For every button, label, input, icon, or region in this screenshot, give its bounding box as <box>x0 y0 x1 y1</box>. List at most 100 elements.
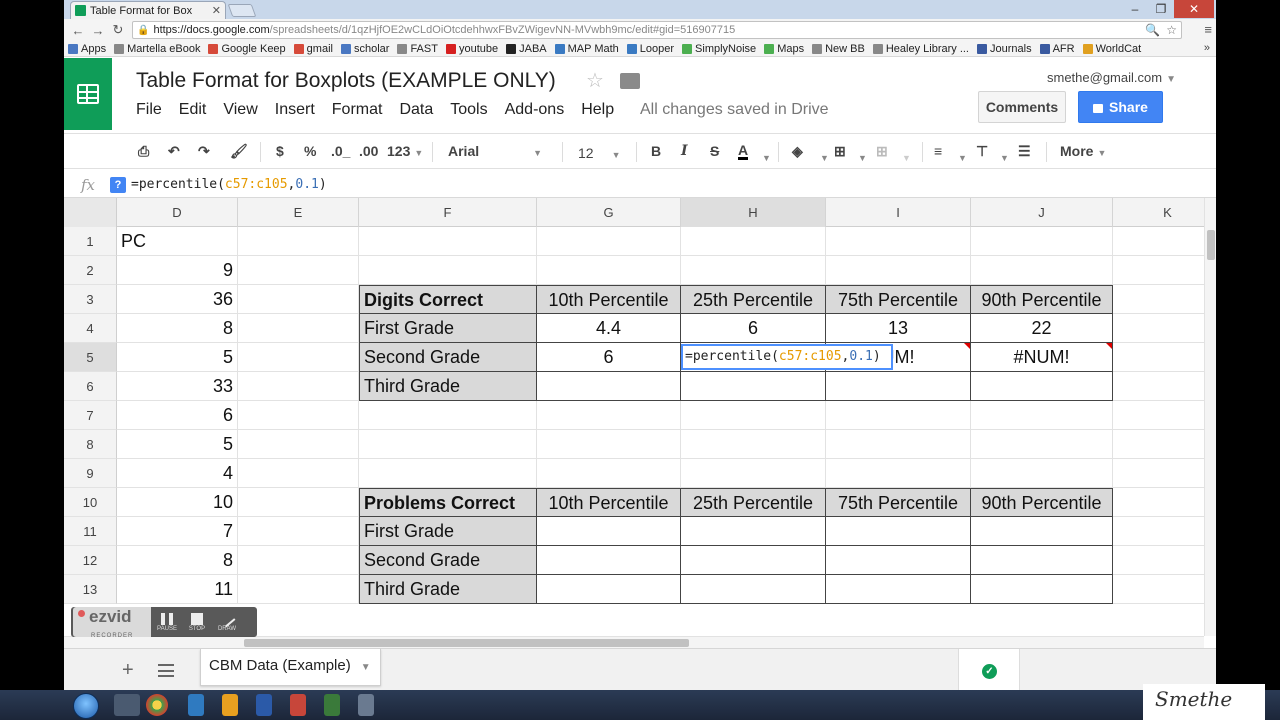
cell-k[interactable] <box>1113 488 1204 517</box>
bookmark-item[interactable]: MAP Math <box>554 43 619 55</box>
cell-d[interactable]: 9 <box>117 256 238 285</box>
chevron-down-icon[interactable]: ▼ <box>996 148 1009 164</box>
cell-e[interactable] <box>238 285 359 314</box>
row-header[interactable]: 2 <box>64 256 117 285</box>
taskbar-dropbox-icon[interactable] <box>188 694 204 716</box>
percent-format-button[interactable]: % <box>304 143 316 159</box>
column-header-g[interactable]: G <box>537 198 681 227</box>
cell-empty[interactable] <box>681 227 826 256</box>
cell-empty[interactable] <box>359 401 537 430</box>
cell-e[interactable] <box>238 372 359 401</box>
cell-d[interactable]: 4 <box>117 459 238 488</box>
taskbar-word-icon[interactable] <box>256 694 272 716</box>
bookmark-item[interactable]: youtube <box>445 43 498 55</box>
cell-d[interactable]: 5 <box>117 343 238 372</box>
cell-k[interactable] <box>1113 575 1204 604</box>
undo-icon[interactable]: ↶ <box>168 143 180 160</box>
cell-empty[interactable] <box>971 401 1113 430</box>
cell-empty[interactable] <box>826 227 971 256</box>
cell-e[interactable] <box>238 256 359 285</box>
table-cell[interactable] <box>681 517 826 546</box>
cell-empty[interactable] <box>971 256 1113 285</box>
tab-close-icon[interactable]: ✕ <box>212 4 221 17</box>
table-cell[interactable]: Third Grade <box>359 575 537 604</box>
column-header-j[interactable]: J <box>971 198 1113 227</box>
table-cell[interactable] <box>681 372 826 401</box>
row-header[interactable]: 6 <box>64 372 117 401</box>
bookmark-item[interactable]: JABA <box>506 43 547 55</box>
forward-arrow-icon[interactable]: → <box>88 23 108 38</box>
cell-d[interactable]: 10 <box>117 488 238 517</box>
row-header[interactable]: 1 <box>64 227 117 256</box>
font-family-select[interactable]: Arial ▼ <box>448 143 548 159</box>
cell-empty[interactable] <box>681 430 826 459</box>
table-cell[interactable] <box>537 575 681 604</box>
cell-d[interactable]: 8 <box>117 314 238 343</box>
row-header[interactable]: 9 <box>64 459 117 488</box>
cell-e[interactable] <box>238 575 359 604</box>
row-header[interactable]: 8 <box>64 430 117 459</box>
print-icon[interactable]: ⎙ <box>138 143 149 160</box>
vertical-align-icon[interactable]: ⊤ <box>976 143 988 160</box>
table-header-cell[interactable]: 25th Percentile <box>681 488 826 517</box>
table-header-cell[interactable]: 25th Percentile <box>681 285 826 314</box>
table-cell[interactable]: First Grade <box>359 517 537 546</box>
menu-addons[interactable]: Add-ons <box>505 101 565 119</box>
table-cell[interactable] <box>681 546 826 575</box>
cell-k[interactable] <box>1113 227 1204 256</box>
table-cell[interactable]: Second Grade <box>359 343 537 372</box>
column-header-d[interactable]: D <box>117 198 238 227</box>
bookmark-item[interactable]: gmail <box>293 43 333 55</box>
decrease-decimal-button[interactable]: .0_ <box>331 143 350 159</box>
add-sheet-button[interactable]: + <box>122 659 134 682</box>
cell-empty[interactable] <box>826 459 971 488</box>
row-header[interactable]: 4 <box>64 314 117 343</box>
cell-d[interactable]: PC <box>117 227 238 256</box>
bookmark-item[interactable]: Healey Library ... <box>872 43 969 55</box>
cell-empty[interactable] <box>681 256 826 285</box>
stop-button[interactable]: STOP <box>183 610 211 634</box>
merge-cells-icon[interactable]: ⊞ <box>876 143 888 160</box>
cell-empty[interactable] <box>537 430 681 459</box>
select-all-corner[interactable] <box>64 198 117 227</box>
cell-empty[interactable] <box>359 227 537 256</box>
table-header-cell[interactable]: 90th Percentile <box>971 488 1113 517</box>
bookmark-item[interactable]: Journals <box>977 43 1032 55</box>
table-cell[interactable] <box>826 517 971 546</box>
redo-icon[interactable]: ↷ <box>198 143 210 160</box>
cell-empty[interactable] <box>971 459 1113 488</box>
cell-empty[interactable] <box>826 256 971 285</box>
all-sheets-icon[interactable] <box>158 664 174 677</box>
cell-e[interactable] <box>238 343 359 372</box>
column-header-h[interactable]: H <box>681 198 826 227</box>
bookmark-item[interactable]: Martella eBook <box>114 43 200 55</box>
cell-empty[interactable] <box>826 401 971 430</box>
draw-button[interactable]: DRAW <box>213 610 241 634</box>
borders-icon[interactable]: ⊞ <box>834 143 846 160</box>
column-header-k[interactable]: K <box>1113 198 1204 227</box>
new-tab-button[interactable] <box>227 4 257 17</box>
formula-input[interactable]: =percentile(c57:c105,0.1) <box>131 177 327 192</box>
windows-start-icon[interactable] <box>73 693 99 719</box>
cell-empty[interactable] <box>826 430 971 459</box>
cell-k[interactable] <box>1113 430 1204 459</box>
table-cell[interactable] <box>537 372 681 401</box>
cell-e[interactable] <box>238 227 359 256</box>
table-cell[interactable] <box>826 546 971 575</box>
reload-icon[interactable]: ↻ <box>108 22 128 38</box>
cell-k[interactable] <box>1113 285 1204 314</box>
table-cell[interactable] <box>971 575 1113 604</box>
table-cell[interactable]: 22 <box>971 314 1113 343</box>
cell-empty[interactable] <box>537 256 681 285</box>
folder-icon[interactable] <box>620 73 640 89</box>
taskbar-app-icon[interactable] <box>358 694 374 716</box>
address-bar[interactable]: 🔒 https://docs.google.com /spreadsheets/… <box>132 21 1182 39</box>
cell-empty[interactable] <box>681 459 826 488</box>
vertical-scroll-thumb[interactable] <box>1207 230 1215 260</box>
document-title[interactable]: Table Format for Boxplots (EXAMPLE ONLY) <box>136 69 556 93</box>
font-size-select[interactable]: 12 ▼ <box>578 145 621 161</box>
cell-e[interactable] <box>238 430 359 459</box>
account-email[interactable]: smethe@gmail.com ▼ <box>1047 70 1176 85</box>
comments-button[interactable]: Comments <box>978 91 1066 123</box>
menu-data[interactable]: Data <box>399 101 433 119</box>
